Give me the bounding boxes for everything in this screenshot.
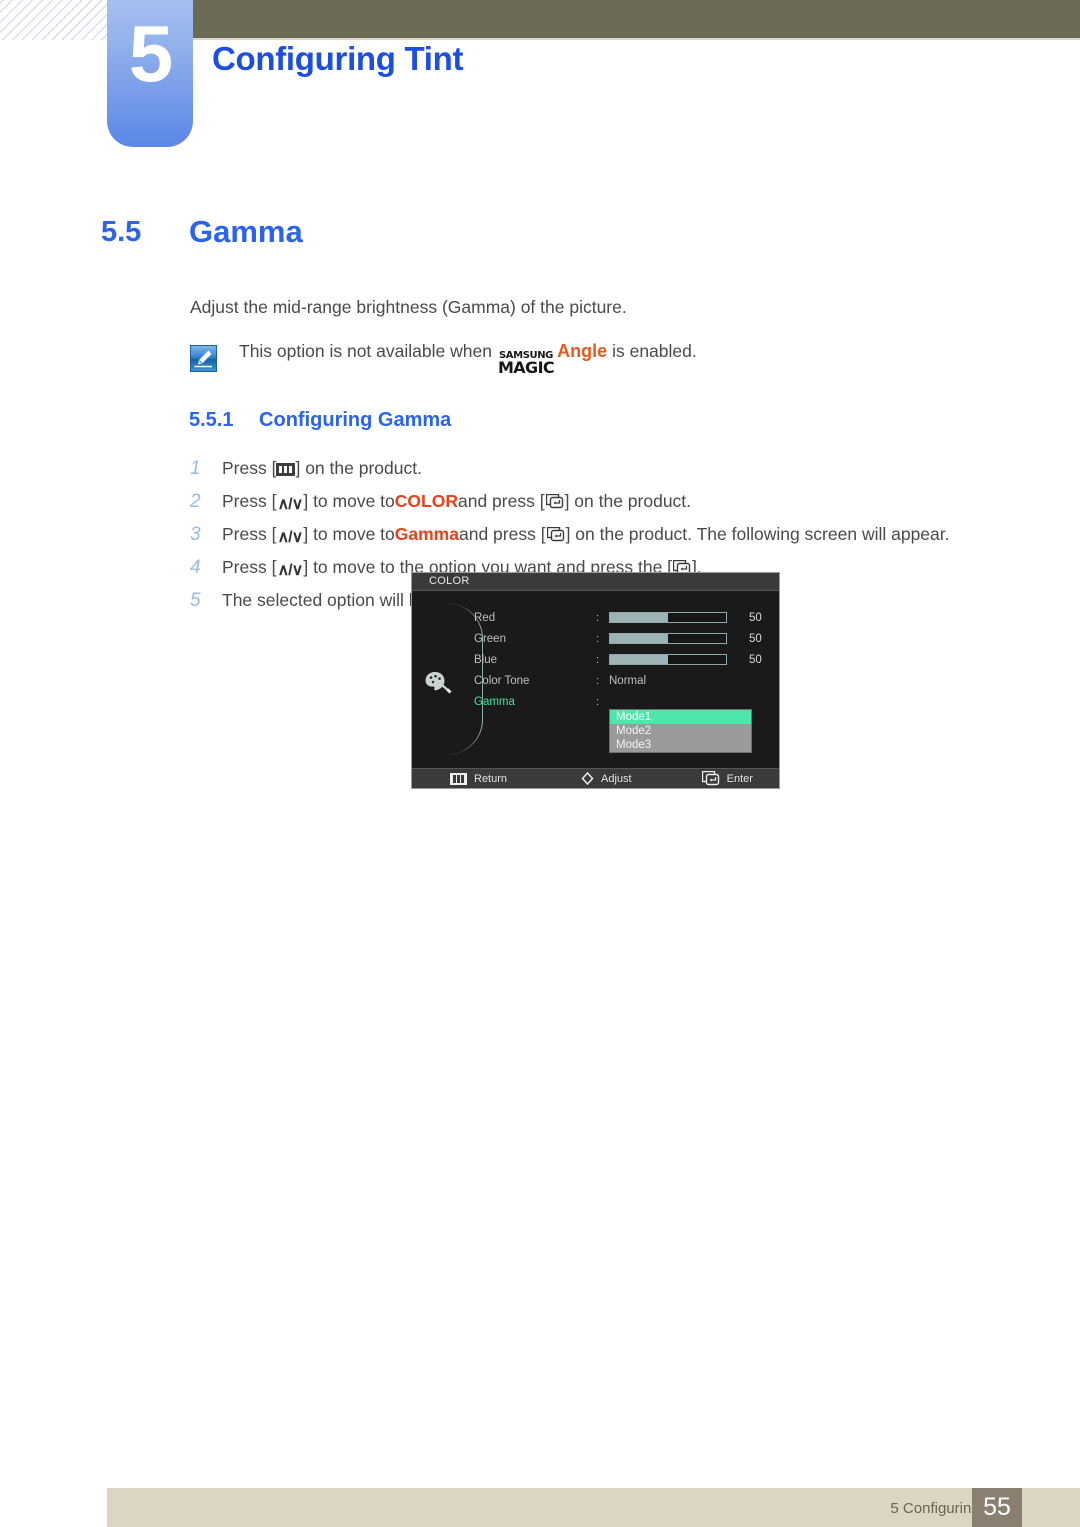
up-down-key-icon: ∧/∨ (277, 496, 303, 513)
osd-slider-fill (610, 613, 668, 622)
osd-row[interactable]: Green: 50 (474, 628, 774, 649)
step-text-fragment: and press [ (458, 524, 546, 544)
subsection-number: 5.5.1 (189, 409, 234, 431)
note-row: This option is not available when SAMSUN… (190, 341, 697, 377)
gamma-dropdown[interactable]: Mode1 Mode2 Mode3 (609, 709, 752, 753)
osd-row-label: Blue (474, 653, 498, 666)
note-text-before: This option is not available when (239, 341, 492, 361)
step-number: 3 (190, 524, 201, 545)
osd-row[interactable]: Color Tone: Normal (474, 670, 774, 691)
osd-row-value: Normal (609, 674, 647, 687)
note-text: This option is not available when SAMSUN… (239, 341, 697, 377)
osd-option-rows: Red: 50 Green: 50 Blue: 50 Color Tone: Normal Ga… (474, 607, 774, 712)
step-text-fragment: ] on the product. (564, 491, 692, 511)
chapter-tab: 5 (107, 0, 193, 147)
osd-slider[interactable] (609, 633, 727, 644)
gamma-dropdown-option[interactable]: Mode3 (610, 738, 751, 752)
step-number: 2 (190, 491, 201, 512)
gamma-dropdown-option[interactable]: Mode1 (610, 710, 751, 724)
chapter-number: 5 (128, 9, 174, 98)
footer-page-number: 55 (972, 1488, 1022, 1527)
step-text-fragment: Press [ (222, 557, 277, 577)
osd-slider-value: 50 (749, 632, 762, 645)
enter-key-icon (545, 493, 564, 509)
note-pen-icon (190, 344, 217, 372)
step-number: 5 (190, 590, 201, 611)
step-text-fragment: Press [ (222, 491, 277, 511)
chapter-title: Configuring Tint (212, 40, 464, 77)
osd-row-label: Color Tone (474, 674, 530, 687)
osd-footer-hint-label: Enter (726, 772, 753, 785)
osd-slider-value: 50 (749, 611, 762, 624)
osd-body: Red: 50 Green: 50 Blue: 50 Color Tone: Normal Ga… (412, 591, 779, 769)
step-text: Press [∧/∨] to move to COLOR and press [… (222, 491, 692, 513)
lead-paragraph: Adjust the mid-range brightness (Gamma) … (190, 297, 627, 317)
osd-row-colon: : (596, 653, 600, 666)
osd-slider-value: 50 (749, 653, 762, 666)
diamond-key-icon (581, 771, 594, 786)
osd-row-label: Red (474, 611, 496, 624)
note-text-after: is enabled. (612, 341, 697, 361)
osd-footer-hint: Return (450, 772, 508, 785)
samsung-magic-logo: SAMSUNG MAGIC (497, 351, 555, 377)
osd-row-label: Gamma (474, 695, 515, 708)
gamma-dropdown-option[interactable]: Mode2 (610, 724, 751, 738)
step-keyword: Gamma (394, 524, 459, 544)
step-text-fragment: and press [ (457, 491, 545, 511)
osd-footer-hint: Enter (701, 770, 753, 786)
osd-row-colon: : (596, 611, 600, 624)
osd-title: COLOR (412, 573, 779, 591)
up-down-key-icon: ∧/∨ (277, 529, 303, 546)
step-number: 4 (190, 557, 201, 578)
step-keyword: COLOR (394, 491, 458, 511)
step-text-fragment: Press [ (222, 524, 277, 544)
osd-row-label: Green (474, 632, 506, 645)
step-text: Press [∧/∨] to move to Gamma and press [… (222, 524, 950, 546)
osd-row[interactable]: Red: 50 (474, 607, 774, 628)
section-number: 5.5 (101, 216, 142, 248)
section-title: Gamma (189, 214, 303, 249)
osd-row-colon: : (596, 695, 600, 708)
osd-slider[interactable] (609, 654, 727, 665)
magic-logo-bottom: MAGIC (497, 358, 555, 377)
osd-slider-fill (610, 634, 668, 643)
step-text-fragment: Press [ (222, 458, 277, 478)
osd-slider[interactable] (609, 612, 727, 623)
subsection-title: Configuring Gamma (259, 409, 452, 431)
enter-key-icon (546, 526, 565, 542)
step-text-fragment: ] to move to (303, 524, 395, 544)
subsection-heading: 5.5.1 Configuring Gamma (189, 409, 451, 432)
step-text-fragment: ] to move to (303, 491, 395, 511)
osd-footer-hint: Adjust (581, 771, 632, 786)
corner-hatch-decoration (0, 0, 112, 40)
step-text-fragment: ] on the product. (295, 458, 422, 478)
osd-row-colon: : (596, 674, 600, 687)
color-palette-icon (424, 669, 454, 695)
step-item: 1 Press [ ] on the product. (190, 458, 1010, 480)
osd-row[interactable]: Blue: 50 (474, 649, 774, 670)
step-item: 3 Press [∧/∨] to move to Gamma and press … (190, 524, 1010, 546)
step-item: 2 Press [∧/∨] to move to COLOR and press … (190, 491, 1010, 513)
step-number: 1 (190, 458, 201, 479)
step-text: Press [ ] on the product. (222, 458, 422, 479)
header-olive-bar (188, 0, 1080, 38)
osd-row-colon: : (596, 632, 600, 645)
osd-screenshot: COLOR Red: 50 Green: 50 Blue: 50 Color Tone: No… (411, 572, 780, 789)
osd-footer-hint-label: Adjust (601, 772, 632, 785)
step-text-fragment: ] on the product. The following screen w… (565, 524, 950, 544)
osd-footer-hints: Return Adjust Enter (412, 768, 779, 788)
angle-keyword: Angle (557, 341, 608, 361)
up-down-key-icon: ∧/∨ (277, 562, 303, 579)
osd-footer-hint-label: Return (474, 772, 508, 785)
menu-key-icon (276, 463, 296, 476)
enter-key-icon (701, 770, 720, 786)
menu-key-icon (450, 772, 467, 785)
osd-slider-fill (610, 655, 668, 664)
